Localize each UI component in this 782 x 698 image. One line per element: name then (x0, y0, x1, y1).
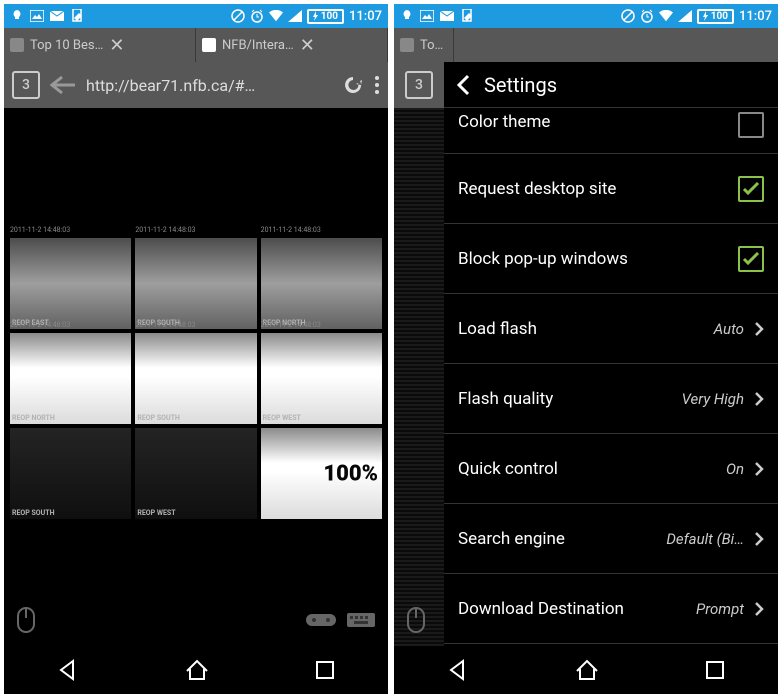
setting-value: Default (Bi… (666, 530, 744, 548)
alarm-icon (250, 9, 264, 23)
tab-title: NFB/Intera… (222, 38, 294, 53)
no-sim-icon (231, 9, 245, 23)
settings-list: Color theme Request desktop site Block p… (444, 108, 778, 646)
tab-0[interactable]: Top 1… (394, 28, 454, 62)
clock: 11:07 (739, 9, 772, 24)
close-icon[interactable]: ✕ (300, 35, 315, 56)
cam-tile[interactable]: 2011-11-2 14:48:03REOP NORTH (261, 238, 382, 329)
content-behind (394, 108, 444, 646)
url-bar: 3 http://bear71.nfb.ca/#… (4, 62, 388, 108)
cam-tile[interactable]: REOP WEST (135, 428, 256, 519)
nav-bar (4, 646, 388, 694)
nav-home-icon[interactable] (185, 659, 209, 681)
mail-icon (440, 9, 454, 23)
photo-icon (30, 9, 44, 23)
setting-load-flash[interactable]: Load flash Auto (444, 294, 778, 364)
battery-indicator: 100 (307, 9, 344, 24)
nav-home-icon[interactable] (575, 659, 599, 681)
alarm-icon (640, 9, 654, 23)
checkbox-checked-icon[interactable] (738, 176, 764, 202)
edit-icon (460, 9, 474, 23)
tab-title: Top 1… (420, 38, 447, 53)
favicon-icon (400, 38, 414, 52)
nav-recent-icon[interactable] (705, 660, 725, 680)
mail-icon (50, 9, 64, 23)
setting-desktop-site[interactable]: Request desktop site (444, 154, 778, 224)
setting-flash-quality[interactable]: Flash quality Very High (444, 364, 778, 434)
setting-value: Auto (714, 320, 744, 338)
nav-back-icon[interactable] (447, 659, 469, 681)
cam-tile[interactable]: 2011-11-2 14:48:03REOP NORTH (10, 333, 131, 424)
phone-left: 100 11:07 Top 10 Bes… ✕ NFB/Intera… ✕ 3 … (4, 4, 388, 694)
nav-recent-icon[interactable] (315, 660, 335, 680)
tab-0[interactable]: Top 10 Bes… ✕ (4, 28, 196, 62)
chevron-right-icon (754, 391, 764, 407)
setting-search-engine[interactable]: Search engine Default (Bi… (444, 504, 778, 574)
setting-value: On (726, 460, 744, 478)
web-content[interactable]: 2011-11-2 14:48:03REOP EAST 2011-11-2 14… (4, 108, 388, 646)
clock: 11:07 (349, 9, 382, 24)
setting-quick-control[interactable]: Quick control On (444, 434, 778, 504)
close-icon[interactable]: ✕ (109, 35, 124, 56)
edit-icon (70, 9, 84, 23)
back-chevron-icon[interactable] (456, 74, 470, 96)
phone-right: 100 11:07 Top 1… Settings 3 Color theme … (394, 4, 778, 694)
nav-bar (394, 646, 778, 694)
nav-back-icon[interactable] (57, 659, 79, 681)
menu-icon[interactable] (374, 75, 380, 95)
status-bar: 100 11:07 (4, 4, 388, 28)
tab-strip: Top 10 Bes… ✕ NFB/Intera… ✕ (4, 28, 388, 62)
chevron-right-icon (754, 601, 764, 617)
chevron-right-icon (754, 321, 764, 337)
setting-value: Prompt (696, 600, 744, 618)
cam-tile[interactable]: 2011-11-2 14:48:03REOP SOUTH (135, 238, 256, 329)
settings-title: Settings (484, 73, 557, 97)
settings-header: Settings (444, 62, 778, 108)
keyboard-icon[interactable] (346, 610, 376, 630)
checkbox-checked-icon[interactable] (738, 246, 764, 272)
favicon-icon (10, 38, 24, 52)
progress-text: 100% (323, 461, 378, 486)
chevron-right-icon (754, 531, 764, 547)
tab-title: Top 10 Bes… (30, 38, 103, 53)
tab-1[interactable]: NFB/Intera… ✕ (196, 28, 388, 62)
setting-value: Very High (682, 390, 744, 408)
wifi-icon (269, 9, 283, 23)
url-field[interactable]: http://bear71.nfb.ca/#… (86, 76, 332, 95)
signal-icon (678, 9, 692, 23)
wifi-icon (659, 9, 673, 23)
no-sim-icon (621, 9, 635, 23)
battery-indicator: 100 (697, 9, 734, 24)
reload-icon[interactable] (342, 74, 364, 96)
signal-icon (288, 9, 302, 23)
gamepad-icon[interactable] (306, 610, 336, 630)
setting-popup-block[interactable]: Block pop-up windows (444, 224, 778, 294)
cam-tile[interactable]: 2011-11-2 14:48:03REOP WEST (261, 333, 382, 424)
camera-grid: 2011-11-2 14:48:03REOP EAST 2011-11-2 14… (10, 238, 382, 519)
cam-tile[interactable]: REOP SOUTH (10, 428, 131, 519)
status-bar: 100 11:07 (394, 4, 778, 28)
setting-color-theme[interactable]: Color theme (444, 108, 778, 154)
tab-switcher-button[interactable]: 3 (12, 71, 40, 99)
cam-tile[interactable]: 100% (261, 428, 382, 519)
checkbox-icon[interactable] (738, 112, 764, 138)
bulb-icon (400, 9, 414, 23)
overlay-controls (4, 600, 388, 640)
mouse-icon[interactable] (16, 606, 36, 634)
bulb-icon (10, 9, 24, 23)
chevron-right-icon (754, 461, 764, 477)
mouse-icon[interactable] (406, 606, 426, 634)
overlay-controls (394, 600, 444, 640)
setting-download-dest[interactable]: Download Destination Prompt (444, 574, 778, 644)
tab-switcher-button[interactable]: 3 (405, 71, 433, 99)
back-icon[interactable] (50, 75, 76, 95)
favicon-icon (202, 38, 216, 52)
cam-tile[interactable]: 2011-11-2 14:48:03REOP SOUTH (135, 333, 256, 424)
photo-icon (420, 9, 434, 23)
cam-tile[interactable]: 2011-11-2 14:48:03REOP EAST (10, 238, 131, 329)
tab-strip: Top 1… (394, 28, 778, 62)
